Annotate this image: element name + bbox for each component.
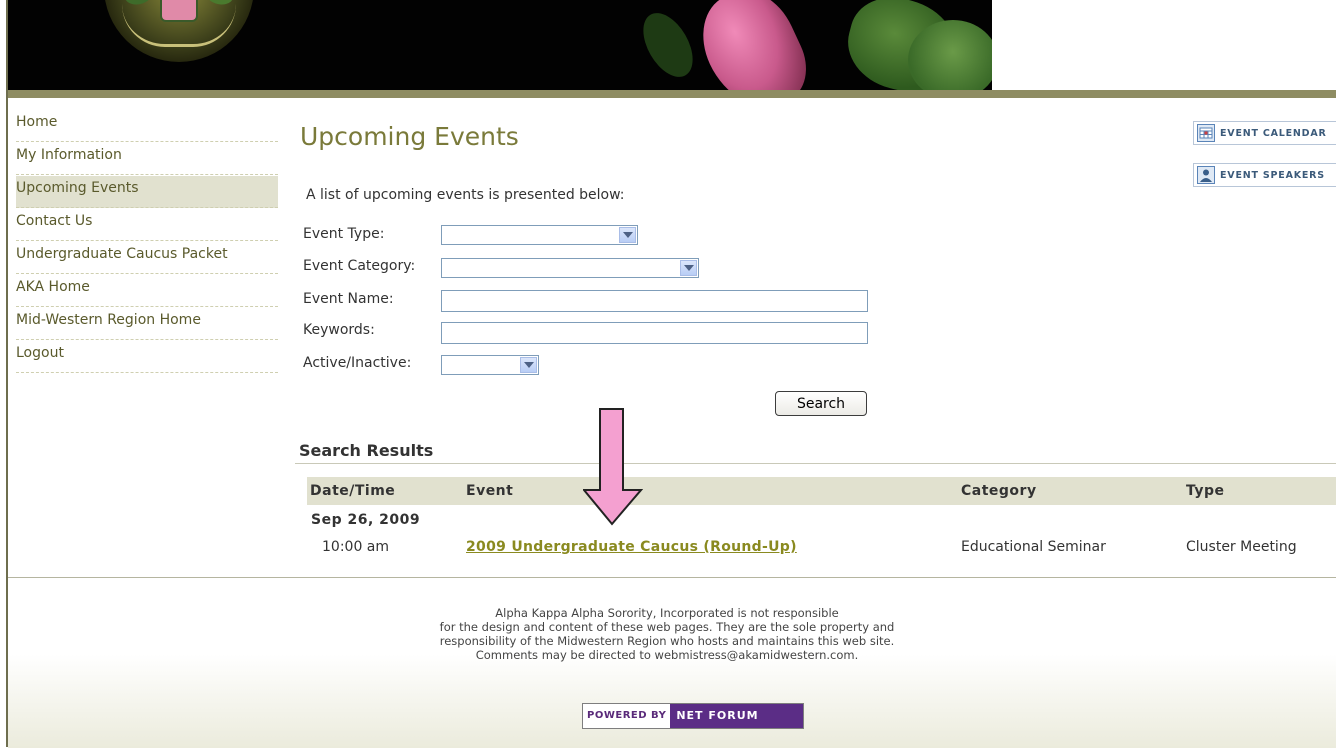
crest-letter: A	[162, 0, 196, 3]
banner-image: A	[8, 0, 992, 92]
page-title: Upcoming Events	[300, 122, 519, 151]
column-header-type: Type	[1186, 483, 1225, 499]
person-icon	[1197, 166, 1215, 184]
chevron-down-icon[interactable]	[680, 260, 697, 276]
sidebar-item-aka-home[interactable]: AKA Home	[16, 275, 278, 307]
powered-by-netforum-logo[interactable]: POWERED BY NET FORUM	[582, 703, 804, 729]
date-group-heading: Sep 26, 2009	[311, 512, 421, 528]
column-header-category: Category	[961, 483, 1037, 499]
column-header-datetime: Date/Time	[310, 483, 396, 499]
column-header-event: Event	[466, 483, 514, 499]
chevron-down-icon[interactable]	[619, 227, 636, 243]
pink-flower-image	[686, 0, 820, 92]
event-category-label: Event Category:	[303, 258, 416, 274]
event-name-label: Event Name:	[303, 291, 394, 307]
annotation-arrow-icon	[583, 408, 643, 526]
event-type-select[interactable]	[441, 225, 638, 245]
keywords-input[interactable]	[441, 322, 868, 344]
sidebar-item-mid-western-region-home[interactable]: Mid-Western Region Home	[16, 308, 278, 340]
chevron-down-icon[interactable]	[520, 357, 537, 373]
active-inactive-label: Active/Inactive:	[303, 355, 412, 371]
event-link[interactable]: 2009 Undergraduate Caucus (Round-Up)	[466, 539, 797, 555]
footer-disclaimer: Alpha Kappa Alpha Sorority, Incorporated…	[439, 606, 895, 662]
event-category-select[interactable]	[441, 258, 699, 278]
sidebar-item-home[interactable]: Home	[16, 110, 278, 142]
event-type-label: Event Type:	[303, 226, 385, 242]
event-type: Cluster Meeting	[1186, 539, 1297, 555]
sidebar-item-undergraduate-caucus-packet[interactable]: Undergraduate Caucus Packet	[16, 242, 278, 274]
active-inactive-select[interactable]	[441, 355, 539, 375]
banner-divider	[8, 90, 1336, 98]
event-time: 10:00 am	[322, 539, 390, 555]
event-calendar-button[interactable]: EVENT CALENDAR	[1193, 121, 1336, 145]
event-category: Educational Seminar	[961, 539, 1106, 555]
sidebar-item-logout[interactable]: Logout	[16, 341, 278, 373]
results-table-header: Date/Time Event Category Type	[307, 477, 1336, 505]
intro-text: A list of upcoming events is presented b…	[306, 187, 625, 203]
divider	[295, 463, 1336, 464]
event-name-input[interactable]	[441, 290, 868, 312]
sidebar-nav: Home My Information Upcoming Events Cont…	[16, 110, 278, 374]
search-button[interactable]: Search	[775, 391, 867, 416]
sidebar-item-contact-us[interactable]: Contact Us	[16, 209, 278, 241]
sidebar-item-my-information[interactable]: My Information	[16, 143, 278, 175]
keywords-label: Keywords:	[303, 322, 375, 338]
sorority-crest-logo: A	[104, 0, 254, 62]
search-results-heading: Search Results	[299, 441, 434, 460]
header-banner: A	[8, 0, 1336, 92]
sidebar-item-upcoming-events[interactable]: Upcoming Events	[16, 176, 278, 208]
calendar-icon	[1197, 124, 1215, 142]
event-speakers-button[interactable]: EVENT SPEAKERS	[1193, 163, 1336, 187]
